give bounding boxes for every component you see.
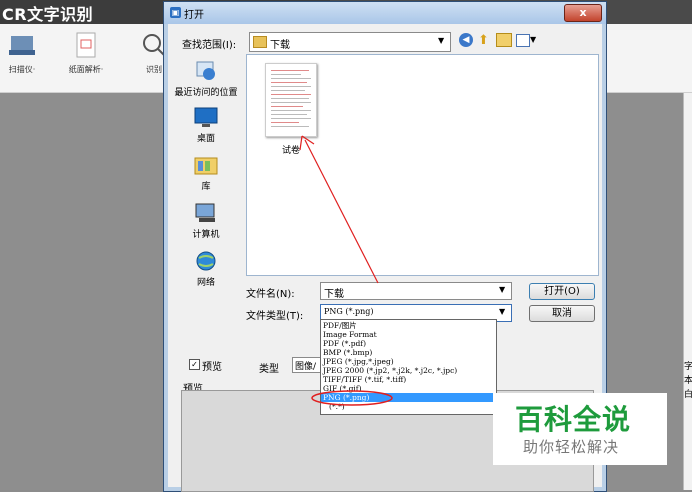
annotation-arrow-line bbox=[304, 139, 379, 284]
watermark-subtitle: 助你轻松解决 bbox=[523, 438, 620, 456]
watermark: 百科全说 助你轻松解决 bbox=[493, 393, 667, 465]
watermark-title: 百科全说 bbox=[515, 403, 632, 436]
annotation-ellipse bbox=[311, 390, 393, 406]
